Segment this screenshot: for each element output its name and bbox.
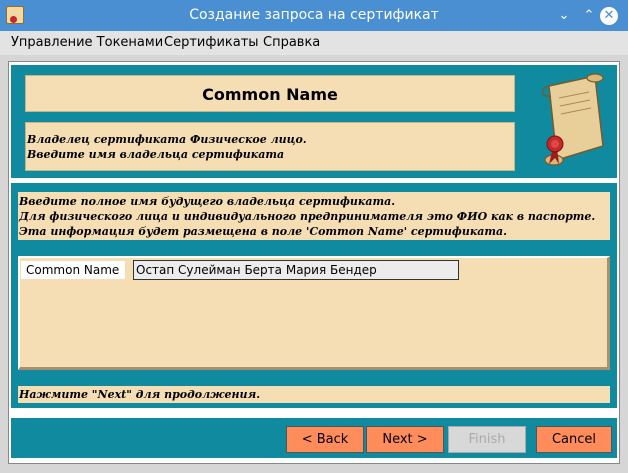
owner-line-1: Владелец сертификата Физическое лицо. xyxy=(27,133,307,146)
instruction-line-3: Эта информация будет размещена в поле 'C… xyxy=(19,225,507,238)
close-icon[interactable]: ✕ xyxy=(600,7,618,25)
menu-help[interactable]: Справка xyxy=(263,35,320,50)
page-title-box: Common Name xyxy=(25,75,515,112)
common-name-label: Common Name xyxy=(21,261,125,279)
owner-line-2: Введите имя владельца сертификата xyxy=(27,148,285,161)
back-button[interactable]: < Back xyxy=(286,426,364,453)
menu-bar: Управление Токенами Сертификаты Справка xyxy=(0,31,628,55)
hint-box: Нажмите "Next" для продолжения. xyxy=(18,386,610,403)
window-title: Создание запроса на сертификат xyxy=(189,7,439,23)
certificate-scroll-icon xyxy=(541,73,604,166)
maximize-icon[interactable]: ⌃ xyxy=(580,7,598,25)
cancel-button[interactable]: Cancel xyxy=(536,426,612,453)
finish-button[interactable]: Finish xyxy=(448,426,526,453)
next-button[interactable]: Next > xyxy=(366,426,444,453)
hint-text: Нажмите "Next" для продолжения. xyxy=(19,388,261,401)
common-name-input[interactable] xyxy=(133,260,459,280)
minimize-icon[interactable]: ⌄ xyxy=(555,7,573,25)
instructions-box: Введите полное имя будущего владельца се… xyxy=(18,192,610,240)
owner-description: Владелец сертификата Физическое лицо. Вв… xyxy=(25,122,515,171)
instruction-line-2: Для физического лица и индивидуального п… xyxy=(19,210,596,223)
menu-token-management[interactable]: Управление Токенами xyxy=(11,35,163,50)
instruction-line-1: Введите полное имя будущего владельца се… xyxy=(19,195,396,208)
title-bar: Создание запроса на сертификат ⌄ ⌃ ✕ xyxy=(0,0,628,31)
menu-certificates[interactable]: Сертификаты xyxy=(164,35,259,50)
page-title: Common Name xyxy=(202,85,338,104)
